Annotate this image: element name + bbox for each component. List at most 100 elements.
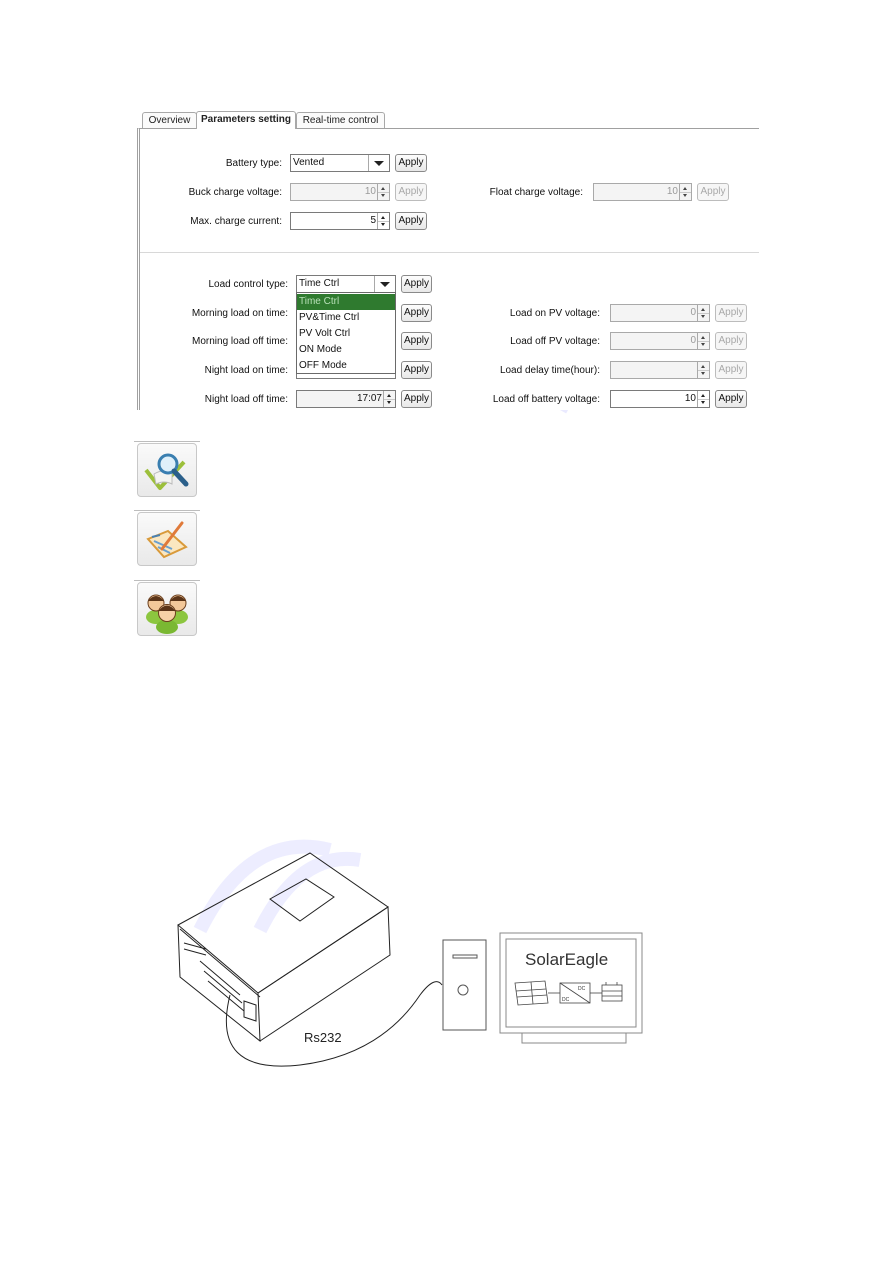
load-off-battery-voltage-label: Load off battery voltage: [492,394,600,405]
max-charge-current-value: 5 [370,215,376,226]
night-load-off-time-value: 17:07 [356,393,382,404]
divider [134,441,200,442]
screen-title: SolarEagle [525,950,608,969]
battery-type-apply-button[interactable]: Apply [395,154,427,172]
buck-charge-voltage-value: 10 [364,186,376,197]
load-delay-time-spinner[interactable] [610,361,710,379]
section-divider [140,252,759,253]
spin-down-icon [701,372,705,375]
spinner-arrows[interactable] [383,391,395,407]
dc-out-label: DC [578,986,586,992]
users-group-icon [146,594,188,634]
spinner-arrows[interactable] [697,305,709,321]
spin-down-icon [381,223,385,226]
float-charge-voltage-spinner[interactable]: 10 [593,183,692,201]
spin-up-icon [701,308,705,311]
query-button[interactable] [137,443,197,497]
load-off-battery-voltage-apply-button[interactable]: Apply [715,390,747,408]
spin-up-icon [387,394,391,397]
morning-load-on-time-label: Morning load on time: [191,308,288,319]
load-control-type-select[interactable]: Time Ctrl [296,275,396,293]
buck-charge-voltage-spinner[interactable]: 10 [290,183,390,201]
spin-down-icon [701,401,705,404]
spin-up-icon [701,394,705,397]
spinner-arrows[interactable] [697,333,709,349]
max-charge-current-spinner[interactable]: 5 [290,212,390,230]
float-charge-voltage-value: 10 [666,186,678,197]
max-charge-current-label: Max. charge current: [190,216,282,227]
solar-controller-illustration [177,852,391,1043]
users-button[interactable] [137,582,197,636]
spin-up-icon [381,187,385,190]
buck-charge-voltage-apply-button[interactable]: Apply [395,183,427,201]
buck-charge-voltage-label: Buck charge voltage: [188,187,282,198]
spinner-arrows[interactable] [679,184,691,200]
load-off-pv-voltage-apply-button[interactable]: Apply [715,332,747,350]
load-off-battery-voltage-spinner[interactable]: 10 [610,390,710,408]
load-on-pv-voltage-value: 0 [690,307,696,318]
rs232-cable [225,981,443,1067]
option-off-mode[interactable]: OFF Mode [297,358,395,374]
tab-overview[interactable]: Overview [142,112,197,128]
tab-parameters-setting[interactable]: Parameters setting [196,111,296,129]
divider [134,510,200,511]
load-control-type-label: Load control type: [208,279,289,290]
dc-in-label: DC [562,997,570,1003]
morning-load-on-time-apply-button[interactable]: Apply [401,304,432,322]
night-load-off-time-apply-button[interactable]: Apply [401,390,432,408]
search-check-icon [144,453,189,490]
load-delay-time-apply-button[interactable]: Apply [715,361,747,379]
max-charge-current-apply-button[interactable]: Apply [395,212,427,230]
option-pv-time-ctrl[interactable]: PV&Time Ctrl [297,310,395,326]
load-on-pv-voltage-label: Load on PV voltage: [509,308,600,319]
morning-load-off-time-apply-button[interactable]: Apply [401,332,432,350]
spin-down-icon [387,401,391,404]
load-on-pv-voltage-apply-button[interactable]: Apply [715,304,747,322]
tab-real-time-control[interactable]: Real-time control [296,112,385,128]
night-load-on-time-apply-button[interactable]: Apply [401,361,432,379]
load-off-pv-voltage-label: Load off PV voltage: [510,336,600,347]
morning-load-off-time-label: Morning load off time: [192,336,288,347]
load-delay-time-label: Load delay time(hour): [499,365,600,376]
load-control-type-value: Time Ctrl [299,278,340,289]
load-off-battery-voltage-value: 10 [684,393,696,404]
spin-down-icon [683,194,687,197]
float-charge-voltage-label: Float charge voltage: [489,187,583,198]
night-load-on-time-label: Night load on time: [204,365,288,376]
edit-clipboard-icon [146,521,188,559]
spinner-arrows[interactable] [697,391,709,407]
cable-label: Rs232 [304,1030,342,1045]
load-on-pv-voltage-spinner[interactable]: 0 [610,304,710,322]
option-pv-volt-ctrl[interactable]: PV Volt Ctrl [297,326,395,342]
dropdown-button[interactable] [368,155,389,171]
night-load-off-time-spinner[interactable]: 17:07 [296,390,396,408]
spin-up-icon [701,336,705,339]
chevron-down-icon [380,282,390,287]
spin-down-icon [701,315,705,318]
spin-down-icon [701,343,705,346]
battery-type-select[interactable]: Vented [290,154,390,172]
spin-up-icon [701,365,705,368]
spinner-arrows[interactable] [377,184,389,200]
spinner-arrows[interactable] [697,362,709,378]
load-control-type-apply-button[interactable]: Apply [401,275,432,293]
connection-diagram: Rs232 SolarEagle DC DC [177,852,643,1067]
spin-up-icon [381,216,385,219]
pc-tower-illustration [442,939,487,1031]
option-on-mode[interactable]: ON Mode [297,342,395,358]
load-off-pv-voltage-spinner[interactable]: 0 [610,332,710,350]
option-time-ctrl[interactable]: Time Ctrl [297,294,395,310]
float-charge-voltage-apply-button[interactable]: Apply [697,183,729,201]
chevron-down-icon [374,161,384,166]
spin-down-icon [381,194,385,197]
spinner-arrows[interactable] [377,213,389,229]
edit-button[interactable] [137,512,197,566]
battery-type-value: Vented [293,157,325,168]
dropdown-button[interactable] [374,276,395,292]
spin-up-icon [683,187,687,190]
divider [134,580,200,581]
night-load-off-time-label: Night load off time: [204,394,288,405]
battery-type-label: Battery type: [225,158,282,169]
load-control-type-dropdown-list: Time Ctrl PV&Time Ctrl PV Volt Ctrl ON M… [296,292,396,374]
load-off-pv-voltage-value: 0 [690,335,696,346]
